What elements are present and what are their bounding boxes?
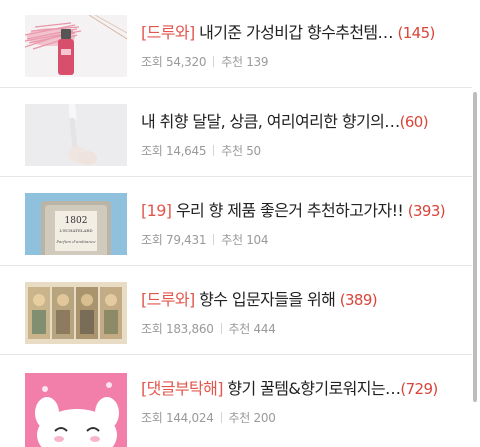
comment-count: (393) — [407, 202, 446, 220]
views-count: 54,320 — [166, 55, 207, 69]
recommend-count: 104 — [246, 233, 269, 247]
recommend-label: 추천 — [221, 233, 243, 247]
pink-perfume-bottle-image — [25, 15, 127, 77]
recommend-count: 200 — [253, 411, 276, 425]
views-label: 조회 — [141, 411, 163, 425]
comment-count: (60) — [399, 113, 429, 131]
post-title-text: 향기 꿀템&향기로워지는… — [222, 379, 401, 398]
pink-character-image — [25, 373, 127, 447]
bottle-label: Parfum d'ambiance — [55, 239, 96, 244]
views-count: 79,431 — [166, 233, 207, 247]
divider — [220, 412, 222, 423]
list-item[interactable]: [댓글부탁해] 향기 꿀템&향기로워지는…(729) 조회 144,024 추천 … — [0, 356, 472, 447]
post-title[interactable]: [댓글부탁해] 향기 꿀템&향기로워지는…(729) — [141, 376, 459, 402]
post-tag: [드루와] — [141, 23, 195, 42]
post-title[interactable]: 내 취향 달달, 상큼, 여리여리한 향기의…(60) — [141, 109, 459, 135]
views-label: 조회 — [141, 55, 163, 69]
views-count: 14,645 — [166, 144, 207, 158]
list-item[interactable]: [드루와] 내기준 가성비갑 향수추천템… (145) 조회 54,320 추천 … — [0, 0, 472, 88]
post-meta: 조회 183,860 추천 444 — [141, 320, 276, 338]
art-nouveau-poster-image — [25, 282, 127, 344]
views-label: 조회 — [141, 233, 163, 247]
post-tag: [드루와] — [141, 290, 195, 309]
post-tag: [19] — [141, 201, 172, 220]
recommend-count: 444 — [253, 322, 276, 336]
post-title[interactable]: [드루와] 향수 입문자들을 위해 (389) — [141, 287, 459, 313]
post-title-text: 향수 입문자들을 위해 — [194, 290, 336, 309]
comment-count: (145) — [397, 24, 435, 42]
comment-count: (729) — [400, 380, 438, 398]
divider — [220, 323, 222, 334]
post-meta: 조회 14,645 추천 50 — [141, 142, 261, 160]
recommend-count: 50 — [246, 144, 261, 158]
bottle-brand: L'ECHATELARD — [59, 228, 92, 233]
divider — [213, 234, 215, 245]
views-label: 조회 — [141, 144, 163, 158]
scrollbar-thumb[interactable] — [473, 92, 477, 402]
post-title-text: 우리 향 제품 좋은거 추천하고가자!! — [171, 201, 404, 220]
vintage-perfume-bottle-image: 1802 L'ECHATELARD Parfum d'ambiance — [25, 193, 127, 255]
views-label: 조회 — [141, 322, 163, 336]
perfume-stick-image — [25, 104, 127, 166]
views-count: 183,860 — [166, 322, 214, 336]
post-meta: 조회 144,024 추천 200 — [141, 409, 276, 427]
list-item[interactable]: 내 취향 달달, 상큼, 여리여리한 향기의…(60) 조회 14,645 추천 … — [0, 89, 472, 177]
post-title-text: 내 취향 달달, 상큼, 여리여리한 향기의… — [141, 112, 400, 131]
post-meta: 조회 54,320 추천 139 — [141, 53, 269, 71]
recommend-count: 139 — [246, 55, 269, 69]
divider — [213, 145, 215, 156]
bottle-year: 1802 — [65, 216, 88, 226]
post-title-text: 내기준 가성비갑 향수추천템… — [194, 23, 393, 42]
views-count: 144,024 — [166, 411, 214, 425]
post-meta: 조회 79,431 추천 104 — [141, 231, 269, 249]
post-tag: [댓글부탁해] — [141, 379, 223, 398]
recommend-label: 추천 — [221, 55, 243, 69]
comment-count: (389) — [339, 291, 378, 309]
recommend-label: 추천 — [221, 144, 243, 158]
recommend-label: 추천 — [228, 322, 251, 336]
list-item[interactable]: 1802 L'ECHATELARD Parfum d'ambiance [19]… — [0, 178, 472, 266]
divider — [213, 56, 215, 67]
recommend-label: 추천 — [228, 411, 251, 425]
post-title[interactable]: [19] 우리 향 제품 좋은거 추천하고가자!! (393) — [141, 198, 459, 224]
post-title[interactable]: [드루와] 내기준 가성비갑 향수추천템… (145) — [141, 20, 459, 46]
list-item[interactable]: [드루와] 향수 입문자들을 위해 (389) 조회 183,860 추천 444 — [0, 267, 472, 355]
